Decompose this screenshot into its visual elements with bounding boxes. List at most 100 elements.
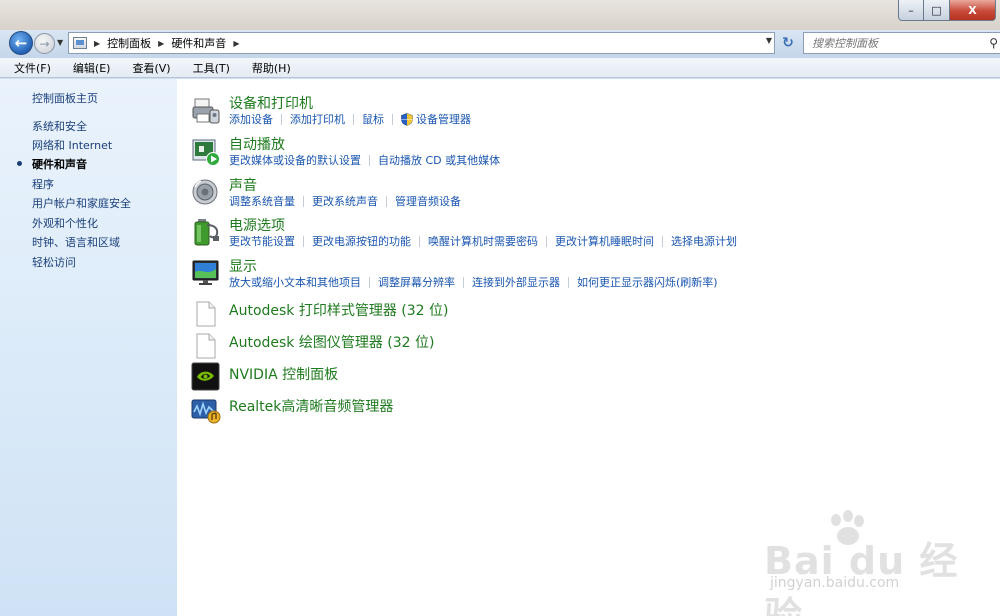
link-autoplay-cd[interactable]: 自动播放 CD 或其他媒体 [378,152,500,168]
left-navigation-pane: 控制面板主页 系统和安全 网络和 Internet 硬件和声音 程序 用户帐户和… [0,79,177,616]
search-icon[interactable]: ⚲ [989,36,998,50]
arrow-right-icon: → [39,36,50,51]
chevron-down-icon: ▼ [57,38,64,47]
current-item-bullet-icon [17,161,22,166]
recent-pages-button[interactable]: ▼ [57,38,63,47]
address-bar[interactable]: ▶ 控制面板 ▶ 硬件和声音 ▶ ▼ [68,32,775,54]
watermark-url: jingyan.baidu.com [770,575,900,591]
realtek-icon[interactable] [191,396,221,426]
link-add-printer[interactable]: 添加打印机 [290,111,345,127]
link-divider [303,195,304,207]
category-power-options[interactable]: 电源选项 [229,215,285,235]
program-realtek-audio[interactable]: Realtek高清晰音频管理器 [229,396,393,416]
category-devices-printers[interactable]: 设备和打印机 [229,93,313,113]
menu-view[interactable]: 查看(V) [128,59,174,77]
menu-help[interactable]: 帮助(H) [248,59,295,77]
link-screen-resolution[interactable]: 调整屏幕分辨率 [378,274,455,290]
maximize-button[interactable]: □ [924,0,950,21]
link-divider [281,113,282,125]
link-power-button[interactable]: 更改电源按钮的功能 [312,233,411,249]
navigation-bar: ← → ▼ ▶ 控制面板 ▶ 硬件和声音 ▶ ▼ ↻ ⚲ [0,30,1000,58]
link-divider [463,276,464,288]
nav-clock-language-region[interactable]: 时钟、语言和区域 [32,234,120,250]
link-adjust-volume[interactable]: 调整系统音量 [229,193,295,209]
nav-appearance[interactable]: 外观和个性化 [32,215,98,231]
address-dropdown-icon[interactable]: ▼ [766,36,772,45]
sound-links: 调整系统音量 更改系统声音 管理音频设备 [229,193,461,209]
link-divider [386,195,387,207]
category-display[interactable]: 显示 [229,256,257,276]
autoplay-links: 更改媒体或设备的默认设置 自动播放 CD 或其他媒体 [229,152,500,168]
nvidia-icon[interactable] [191,362,221,392]
search-box[interactable]: ⚲ [803,32,1000,54]
link-sleep-time[interactable]: 更改计算机睡眠时间 [555,233,654,249]
link-device-manager[interactable]: 设备管理器 [416,111,471,127]
menu-tools[interactable]: 工具(T) [189,59,234,77]
nav-system-security[interactable]: 系统和安全 [32,118,87,134]
power-options-links: 更改节能设置 更改电源按钮的功能 唤醒计算机时需要密码 更改计算机睡眠时间 选择… [229,233,737,249]
display-links: 放大或缩小文本和其他项目 调整屏幕分辨率 连接到外部显示器 如何更正显示器闪烁(… [229,274,718,290]
forward-button[interactable]: → [34,33,55,54]
speaker-icon[interactable] [191,177,221,207]
control-panel-icon [73,37,87,49]
link-divider [546,235,547,247]
link-divider [392,113,393,125]
link-divider [369,276,370,288]
link-mouse[interactable]: 鼠标 [362,111,384,127]
program-nvidia-control-panel[interactable]: NVIDIA 控制面板 [229,364,338,384]
link-power-saving[interactable]: 更改节能设置 [229,233,295,249]
category-autoplay[interactable]: 自动播放 [229,134,285,154]
link-change-sounds[interactable]: 更改系统声音 [312,193,378,209]
menu-file[interactable]: 文件(F) [10,59,55,77]
link-divider [662,235,663,247]
link-divider [419,235,420,247]
link-divider [369,154,370,166]
back-button[interactable]: ← [9,31,33,55]
nav-hardware-sound[interactable]: 硬件和声音 [32,156,87,172]
printer-icon[interactable] [191,96,221,126]
breadcrumb-arrow-icon[interactable]: ▶ [158,39,164,48]
search-input[interactable] [812,36,982,50]
title-bar: – □ X [0,0,1000,30]
menu-edit[interactable]: 编辑(E) [69,59,115,77]
link-text-size[interactable]: 放大或缩小文本和其他项目 [229,274,361,290]
nav-control-panel-home[interactable]: 控制面板主页 [32,90,98,106]
link-refresh-rate[interactable]: 如何更正显示器闪烁(刷新率) [577,274,718,290]
nav-programs[interactable]: 程序 [32,176,54,192]
link-divider [353,113,354,125]
breadcrumb-control-panel[interactable]: 控制面板 [107,35,151,51]
close-button[interactable]: X [950,0,996,21]
link-divider [303,235,304,247]
refresh-icon: ↻ [782,35,794,51]
battery-icon[interactable] [191,217,221,247]
link-divider [568,276,569,288]
baidu-watermark: Bai du 经验 jingyan.baidu.com [764,510,994,616]
watermark-brand: Bai du 经验 [764,539,959,616]
link-wake-password[interactable]: 唤醒计算机时需要密码 [428,233,538,249]
nav-ease-of-access[interactable]: 轻松访问 [32,254,76,270]
autoplay-icon[interactable] [191,137,221,167]
breadcrumb-hardware-sound[interactable]: 硬件和声音 [171,35,226,51]
breadcrumb-arrow-icon[interactable]: ▶ [94,39,100,48]
refresh-button[interactable]: ↻ [779,34,797,52]
link-manage-audio-devices[interactable]: 管理音频设备 [395,193,461,209]
devices-printers-links: 添加设备 添加打印机 鼠标 设备管理器 [229,111,471,127]
program-autodesk-plot-styles[interactable]: Autodesk 打印样式管理器 (32 位) [229,300,449,320]
program-autodesk-plotter[interactable]: Autodesk 绘图仪管理器 (32 位) [229,332,435,352]
arrow-left-icon: ← [14,34,28,52]
link-change-media-defaults[interactable]: 更改媒体或设备的默认设置 [229,152,361,168]
breadcrumb-arrow-icon[interactable]: ▶ [233,39,239,48]
link-external-display[interactable]: 连接到外部显示器 [472,274,560,290]
nav-network-internet[interactable]: 网络和 Internet [32,137,112,153]
uac-shield-icon [401,112,413,126]
monitor-icon[interactable] [191,258,221,288]
window-controls: – □ X [898,0,996,21]
minimize-button[interactable]: – [898,0,924,21]
menu-bar: 文件(F) 编辑(E) 查看(V) 工具(T) 帮助(H) [0,58,1000,78]
link-add-device[interactable]: 添加设备 [229,111,273,127]
category-sound[interactable]: 声音 [229,175,257,195]
document-icon[interactable] [196,333,216,359]
link-power-plan[interactable]: 选择电源计划 [671,233,737,249]
nav-user-accounts[interactable]: 用户帐户和家庭安全 [32,195,131,211]
document-icon[interactable] [196,301,216,327]
